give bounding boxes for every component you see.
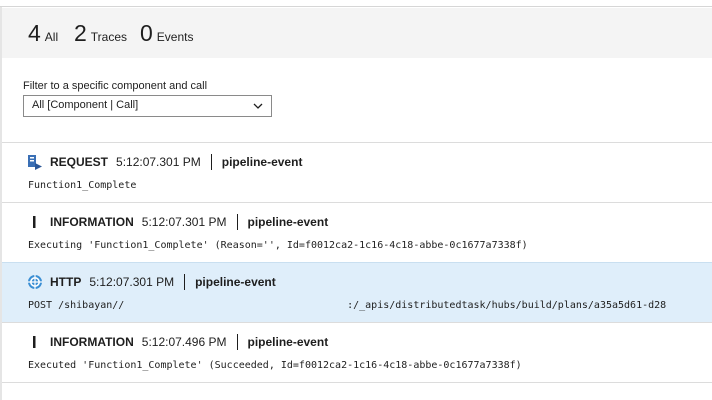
telemetry-row-http[interactable]: HTTP 5:12:07.301 PM pipeline-event POST … <box>2 262 712 322</box>
count-all-value: 4 <box>28 20 41 46</box>
component-call-filter-dropdown[interactable]: All [Component | Call] <box>23 95 272 117</box>
top-divider <box>0 0 712 7</box>
row-type: HTTP <box>50 275 82 289</box>
count-traces-label: Traces <box>90 30 128 44</box>
row-timestamp: 5:12:07.496 PM <box>141 335 227 349</box>
count-all[interactable]: 4 All <box>28 20 58 46</box>
count-all-label: All <box>44 30 59 44</box>
separator <box>184 274 186 290</box>
bottom-divider <box>2 382 712 383</box>
row-header: INFORMATION 5:12:07.496 PM pipeline-even… <box>27 332 328 352</box>
row-type: INFORMATION <box>50 335 134 349</box>
row-source: pipeline-event <box>195 275 276 289</box>
row-timestamp: 5:12:07.301 PM <box>141 215 227 229</box>
telemetry-row-request[interactable]: REQUEST 5:12:07.301 PM pipeline-event Fu… <box>2 142 712 203</box>
count-events[interactable]: 0 Events <box>140 20 193 46</box>
count-events-label: Events <box>156 30 194 44</box>
row-type: REQUEST <box>50 155 109 169</box>
filter-selected-value: All [Component | Call] <box>32 99 139 111</box>
filter-label: Filter to a specific component and call <box>23 80 208 92</box>
chevron-down-icon <box>253 103 263 109</box>
separator <box>236 334 238 350</box>
row-header: INFORMATION 5:12:07.301 PM pipeline-even… <box>27 212 328 232</box>
information-icon <box>27 214 43 230</box>
row-timestamp: 5:12:07.301 PM <box>116 155 201 169</box>
row-source: pipeline-event <box>221 155 303 169</box>
row-source: pipeline-event <box>247 335 329 349</box>
telemetry-row-information[interactable]: INFORMATION 5:12:07.496 PM pipeline-even… <box>2 322 712 382</box>
separator <box>236 214 238 230</box>
row-message: Executing 'Function1_Complete' (Reason='… <box>28 240 528 251</box>
row-message: Function1_Complete <box>28 180 137 191</box>
row-header: HTTP 5:12:07.301 PM pipeline-event <box>27 272 276 292</box>
row-type: INFORMATION <box>50 215 134 229</box>
count-traces[interactable]: 2 Traces <box>74 20 127 46</box>
request-icon <box>27 154 43 170</box>
row-timestamp: 5:12:07.301 PM <box>89 275 175 289</box>
information-icon <box>27 334 43 350</box>
row-message: POST /shibayan// :/_apis/distributedtask… <box>28 300 667 311</box>
count-events-value: 0 <box>140 20 153 46</box>
telemetry-counts-bar: 4 All 2 Traces 0 Events <box>2 8 712 58</box>
row-source: pipeline-event <box>247 215 329 229</box>
http-dependency-icon <box>27 274 43 290</box>
separator <box>210 154 212 170</box>
count-traces-value: 2 <box>74 20 87 46</box>
telemetry-row-information[interactable]: INFORMATION 5:12:07.301 PM pipeline-even… <box>2 202 712 263</box>
row-message: Executed 'Function1_Complete' (Succeeded… <box>28 360 522 371</box>
row-header: REQUEST 5:12:07.301 PM pipeline-event <box>27 152 302 172</box>
